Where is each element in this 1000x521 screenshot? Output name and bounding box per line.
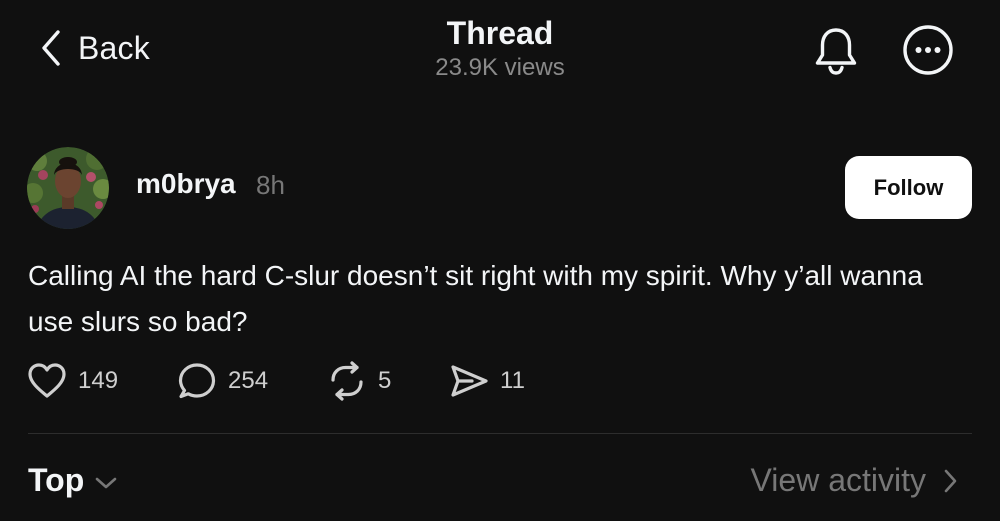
share-count: 11 [500,367,525,394]
back-button[interactable]: Back [40,26,150,70]
repost-count: 5 [378,367,392,394]
view-activity-link[interactable]: View activity [751,462,960,499]
follow-button[interactable]: Follow [845,156,972,219]
repost-icon [331,361,363,401]
post-text: Calling AI the hard C-slur doesn’t sit r… [28,260,923,337]
username[interactable]: m0brya [136,168,236,200]
post-time: 8h [256,170,285,200]
reply-icon [178,363,216,399]
send-icon [451,365,488,397]
chevron-down-icon [95,477,117,488]
reply-button[interactable]: 254 [176,361,326,401]
sort-dropdown[interactable]: Top [28,462,120,499]
page-title: Thread [446,15,554,51]
top-bar: Back Thread 23.9K views [0,0,1000,110]
chevron-right-icon [944,469,957,492]
notifications-button[interactable] [808,22,864,78]
reply-count: 254 [228,367,269,394]
like-button[interactable]: 149 [26,361,176,401]
chevron-left-icon [42,30,60,66]
more-options-button[interactable] [900,22,956,78]
view-activity-label: View activity [750,462,926,498]
bell-icon [815,28,857,75]
title-block: Thread 23.9K views [300,14,700,83]
like-count: 149 [78,367,119,394]
view-count: 23.9K views [435,54,565,81]
post-actions: 149 254 5 11 [26,358,525,404]
more-options-icon [903,25,953,75]
avatar-photo [27,147,109,229]
divider [28,433,972,434]
back-label: Back [78,29,150,66]
share-button[interactable]: 11 [448,361,525,401]
heart-icon [28,363,66,398]
sort-label: Top [28,462,85,498]
repost-button[interactable]: 5 [326,361,448,401]
avatar[interactable] [27,147,109,229]
